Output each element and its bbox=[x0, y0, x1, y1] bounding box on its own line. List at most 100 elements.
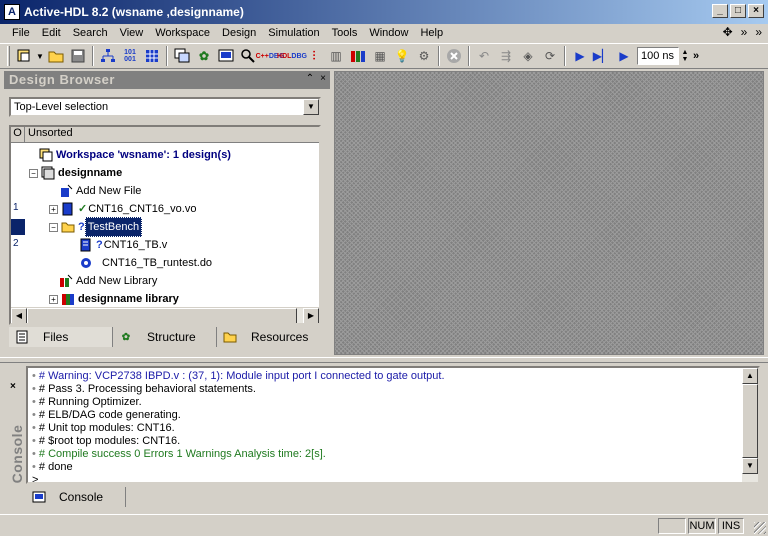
menu-view[interactable]: View bbox=[114, 27, 150, 39]
hdl-debug-icon[interactable]: HDL DBG bbox=[277, 46, 307, 66]
tree-item-runtest-file[interactable]: CNT16_TB_runtest.do bbox=[79, 254, 212, 272]
move-icon[interactable]: ✥ bbox=[723, 25, 733, 39]
toolbar-overflow-icon[interactable]: » bbox=[693, 50, 699, 62]
hierarchy-icon[interactable] bbox=[98, 46, 118, 66]
horizontal-splitter[interactable] bbox=[0, 357, 768, 363]
tree-horizontal-scrollbar[interactable]: ◀ ▶ bbox=[11, 307, 319, 323]
collapse-icon[interactable]: − bbox=[49, 222, 58, 232]
close-panel-icon[interactable]: × bbox=[320, 73, 326, 84]
toolbar-grip[interactable] bbox=[7, 46, 10, 66]
settings-icon[interactable]: ⚙ bbox=[414, 46, 434, 66]
tree-item-vo-file[interactable]: + ✓ CNT16_CNT16_vo.vo bbox=[49, 200, 196, 218]
menu-window[interactable]: Window bbox=[363, 27, 414, 39]
tab-resources[interactable]: Resources bbox=[217, 327, 321, 347]
expand-icon[interactable]: + bbox=[49, 294, 58, 304]
close-button[interactable]: × bbox=[748, 4, 764, 18]
open-folder-icon[interactable] bbox=[46, 46, 66, 66]
menu-tools[interactable]: Tools bbox=[326, 27, 364, 39]
restart-icon[interactable]: ↶ bbox=[474, 46, 494, 66]
menu-search[interactable]: Search bbox=[67, 27, 114, 39]
structure-icon[interactable]: ✿ bbox=[194, 46, 214, 66]
tree-item-testbench[interactable]: − ? TestBench bbox=[49, 217, 143, 237]
chevron-right-icon-2[interactable]: » bbox=[755, 25, 762, 39]
stop-icon[interactable] bbox=[444, 46, 464, 66]
tab-structure[interactable]: ✿ Structure bbox=[113, 327, 217, 347]
console-vertical-scrollbar[interactable]: ▲ ▼ bbox=[742, 368, 758, 482]
maximize-button[interactable]: □ bbox=[730, 4, 746, 18]
collapse-panel-icon[interactable]: ⌃ bbox=[306, 73, 314, 84]
tb-file-label: CNT16_TB.v bbox=[103, 239, 168, 251]
toolbar-separator bbox=[564, 46, 566, 66]
chevron-down-icon[interactable]: ▼ bbox=[303, 99, 319, 115]
windows-icon[interactable] bbox=[172, 46, 192, 66]
close-console-icon[interactable]: × bbox=[10, 381, 16, 392]
structure-icon: ✿ bbox=[121, 331, 131, 343]
scroll-thumb[interactable] bbox=[742, 384, 758, 458]
menu-design[interactable]: Design bbox=[216, 27, 262, 39]
design-icon bbox=[41, 166, 55, 180]
question-icon: ? bbox=[96, 239, 103, 251]
console-bullet: • bbox=[32, 461, 39, 473]
run-icon[interactable]: ▶ bbox=[570, 46, 590, 66]
scroll-up-icon[interactable]: ▲ bbox=[742, 368, 758, 384]
library-icon bbox=[61, 292, 75, 306]
menu-edit[interactable]: Edit bbox=[36, 27, 67, 39]
step-icon[interactable]: ◈ bbox=[518, 46, 538, 66]
tree-item-library[interactable]: + designname library bbox=[49, 290, 179, 308]
selection-marker bbox=[11, 219, 25, 235]
binary-icon[interactable]: 101 001 bbox=[120, 46, 140, 66]
run-to-icon[interactable]: ▶▏ bbox=[592, 46, 612, 66]
scroll-left-icon[interactable]: ◀ bbox=[11, 308, 27, 323]
chevron-right-icon[interactable]: » bbox=[741, 25, 748, 39]
scroll-down-icon[interactable]: ▼ bbox=[742, 458, 758, 474]
tree-item-add-new-file[interactable]: Add New File bbox=[59, 182, 141, 200]
main-toolbar: ▼ 101 001 ✿ C++ DBG HDL DBG ⫶ ▥ ▦ 💡 ⚙ ↶ ⇶ ◈… bbox=[0, 43, 768, 69]
collapse-icon[interactable]: − bbox=[29, 168, 38, 178]
tree-item-design[interactable]: − designname bbox=[29, 164, 122, 182]
save-icon[interactable] bbox=[68, 46, 88, 66]
scroll-thumb[interactable] bbox=[27, 308, 297, 323]
time-spin-icon[interactable]: ▲ ▼ bbox=[680, 46, 690, 66]
network-icon[interactable]: ▦ bbox=[370, 46, 390, 66]
resize-grip-icon[interactable] bbox=[754, 522, 766, 534]
tree-item-workspace[interactable]: Workspace 'wsname': 1 design(s) bbox=[39, 146, 231, 164]
console-output[interactable]: • # Warning: VCP2738 IBPD.v : (37, 1): M… bbox=[26, 366, 760, 484]
minimize-button[interactable]: _ bbox=[712, 4, 728, 18]
library-icon[interactable] bbox=[348, 46, 368, 66]
console-line: • # done bbox=[32, 461, 73, 474]
console-prompt[interactable]: > bbox=[32, 474, 38, 482]
grid-icon[interactable] bbox=[142, 46, 162, 66]
run-for-icon[interactable]: ▶ bbox=[614, 46, 634, 66]
console-bullet: • bbox=[32, 435, 39, 447]
run-until-icon[interactable]: ⇶ bbox=[496, 46, 516, 66]
component-icon[interactable]: ▥ bbox=[326, 46, 346, 66]
tree-item-tb-file[interactable]: ? CNT16_TB.v bbox=[79, 236, 167, 254]
column-order[interactable]: O bbox=[11, 127, 25, 142]
status-ins: INS bbox=[718, 518, 744, 534]
console-icon[interactable] bbox=[216, 46, 236, 66]
menu-simulation[interactable]: Simulation bbox=[262, 27, 325, 39]
vo-file-label: CNT16_CNT16_vo.vo bbox=[88, 203, 197, 215]
expand-icon[interactable]: + bbox=[49, 204, 58, 214]
menu-workspace[interactable]: Workspace bbox=[149, 27, 216, 39]
tab-files[interactable]: Files bbox=[9, 327, 113, 347]
add-new-library-label: Add New Library bbox=[76, 275, 158, 287]
step-over-icon[interactable]: ⟳ bbox=[540, 46, 560, 66]
row-number: 1 bbox=[13, 202, 19, 213]
dropdown-arrow-icon[interactable]: ▼ bbox=[36, 46, 44, 66]
flow-icon[interactable]: ⫶ bbox=[304, 46, 324, 66]
tree-item-add-new-library[interactable]: Add New Library bbox=[59, 272, 157, 290]
top-level-select[interactable]: Top-Level selection ▼ bbox=[9, 97, 321, 117]
column-sort[interactable]: Unsorted bbox=[25, 127, 73, 142]
simulation-time-field[interactable]: 100 ns bbox=[637, 47, 679, 65]
add-file-icon bbox=[59, 184, 73, 198]
new-workspace-icon[interactable] bbox=[14, 46, 34, 66]
menu-file[interactable]: File bbox=[6, 27, 36, 39]
console-line: • # Pass 3. Processing behavioral statem… bbox=[32, 383, 256, 396]
tab-console[interactable]: Console bbox=[26, 487, 126, 507]
menu-help[interactable]: Help bbox=[414, 27, 449, 39]
lightbulb-icon[interactable]: 💡 bbox=[392, 46, 412, 66]
scroll-right-icon[interactable]: ▶ bbox=[303, 308, 319, 323]
title-bar: A Active-HDL 8.2 (wsname ,designname) _ … bbox=[0, 0, 768, 24]
top-level-select-value: Top-Level selection bbox=[14, 101, 109, 113]
